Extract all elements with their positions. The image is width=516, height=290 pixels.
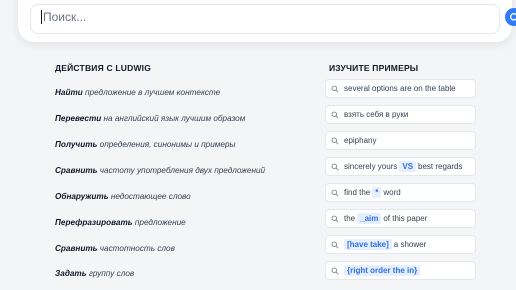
search-icon	[331, 163, 339, 171]
example-text: a shower	[393, 240, 427, 249]
actions-section: ДЕЙСТВИЯ С LUDWIG Найти предложение в лу…	[55, 62, 305, 278]
action-item: Перевести на английский язык лучшим обра…	[55, 114, 245, 123]
example-text: word	[383, 188, 401, 197]
example-token: _aim	[357, 213, 382, 224]
action-item: Найти предложение в лучшем контексте	[55, 88, 220, 97]
example-token: {right order the in}	[344, 265, 421, 276]
example-token: VS	[399, 161, 417, 172]
example-chip[interactable]: find the * word	[325, 183, 476, 202]
example-text: the	[344, 214, 356, 223]
search-box[interactable]	[30, 4, 516, 34]
action-item: Сравнить частоту употребления двух предл…	[55, 166, 265, 175]
example-chip[interactable]: {right order the in}	[325, 261, 476, 280]
search-icon	[331, 267, 339, 275]
search-icon	[331, 189, 339, 197]
action-verb: Перевести	[55, 114, 102, 123]
action-description: определения, синонимы и примеры	[97, 140, 236, 149]
example-chip[interactable]: [have take] a shower	[325, 235, 476, 254]
example-text: epiphany	[344, 136, 377, 145]
example-text: best regards	[418, 162, 463, 171]
example-text: find the	[344, 188, 371, 197]
example-chip[interactable]: взять себя в руки	[325, 105, 476, 124]
example-token: [have take]	[344, 239, 392, 250]
action-verb: Задать	[55, 269, 87, 278]
example-text: several options are on the table	[344, 84, 456, 93]
example-text: sincerely yours	[344, 162, 398, 171]
action-item: Обнаружить недостающее слово	[55, 192, 191, 201]
action-verb: Сравнить	[55, 166, 98, 175]
action-verb: Найти	[55, 88, 83, 97]
search-icon	[509, 12, 516, 21]
search-icon	[331, 111, 339, 119]
search-button[interactable]	[505, 8, 516, 26]
text-cursor	[41, 10, 42, 24]
example-chip[interactable]: epiphany	[325, 131, 476, 150]
search-input[interactable]	[43, 6, 423, 28]
action-description: на английский язык лучшим образом	[101, 114, 246, 123]
action-description: группу слов	[86, 269, 135, 278]
action-verb: Сравнить	[55, 244, 98, 253]
example-text: взять себя в руки	[344, 110, 409, 119]
search-icon	[331, 85, 339, 93]
actions-title: ДЕЙСТВИЯ С LUDWIG	[55, 63, 152, 73]
example-chip[interactable]: sincerely yours VS best regards	[325, 157, 476, 176]
example-chip[interactable]: several options are on the table	[325, 79, 476, 98]
action-description: недостающее слово	[108, 192, 191, 201]
action-item: Сравнить частотность слов	[55, 244, 175, 253]
action-item: Перефразировать предложение	[55, 218, 186, 227]
action-verb: Получить	[55, 140, 98, 149]
examples-title: ИЗУЧИТЕ ПРИМЕРЫ	[329, 63, 419, 73]
search-icon	[331, 215, 339, 223]
action-item: Получить определения, синонимы и примеры	[55, 140, 236, 149]
action-verb: Перефразировать	[55, 218, 133, 227]
search-icon	[331, 241, 339, 249]
action-item: Задать группу слов	[55, 269, 134, 278]
examples-section: ИЗУЧИТЕ ПРИМЕРЫ several options are on t…	[325, 62, 479, 280]
action-description: предложение	[132, 218, 186, 227]
example-token: *	[372, 187, 382, 198]
example-chip[interactable]: the _aim of this paper	[325, 209, 476, 228]
search-panel	[18, 0, 516, 42]
action-description: частотность слов	[97, 244, 175, 253]
action-verb: Обнаружить	[55, 192, 109, 201]
example-text: of this paper	[383, 214, 428, 223]
action-description: предложение в лучшем контексте	[82, 88, 221, 97]
action-description: частоту употребления двух предложений	[97, 166, 266, 175]
search-icon	[331, 137, 339, 145]
